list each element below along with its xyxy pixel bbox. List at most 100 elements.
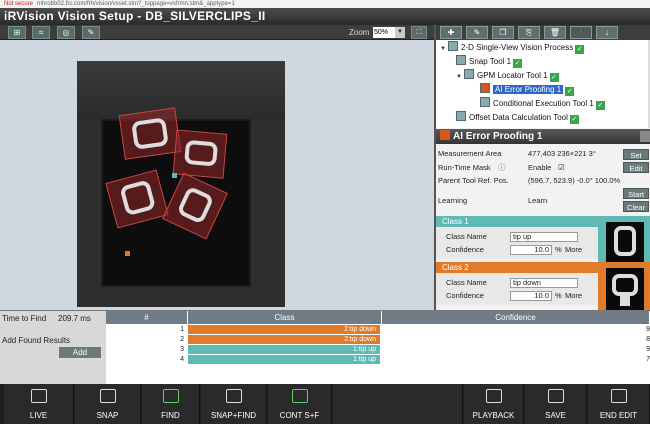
camera-icon <box>456 55 466 65</box>
class-2-name-label: Class Name <box>446 278 487 287</box>
pencil-icon[interactable]: ✎ <box>82 26 100 39</box>
paste-icon[interactable]: ⎘ <box>518 26 540 39</box>
snap-find-button[interactable]: SNAP+FIND <box>201 384 267 424</box>
class-2-thumbnail <box>598 262 650 317</box>
enable-label: Enable <box>528 163 552 172</box>
detection-2 <box>172 129 228 179</box>
mask-icon[interactable]: ⌗ <box>32 26 50 39</box>
url-text: mhrobb02.frc.com/frh/vision/vsset.stm?_t… <box>37 1 235 7</box>
find-button[interactable]: FIND <box>142 384 200 424</box>
marker-tipup <box>172 173 177 178</box>
time-to-find-label: Time to Find <box>2 314 47 323</box>
save-icon <box>547 389 564 403</box>
column-header-number[interactable]: # <box>106 311 188 324</box>
clear-button[interactable]: Clear <box>623 201 649 212</box>
start-button[interactable]: Start <box>623 188 649 199</box>
column-header-confidence[interactable]: Confidence <box>382 311 650 324</box>
delete-icon[interactable]: 🗑 <box>544 26 566 39</box>
row-confidence: 8 <box>646 336 650 343</box>
add-tool-icon[interactable]: ✚ <box>440 26 462 39</box>
class-1-conf-label: Confidence <box>446 245 484 254</box>
playback-button[interactable]: PLAYBACK <box>464 384 524 424</box>
learn-value: Learn <box>528 196 548 205</box>
spacer <box>333 384 463 424</box>
ai-icon <box>480 83 490 93</box>
class-1-conf-input[interactable]: 10.0 <box>510 245 552 255</box>
ai-icon <box>440 130 450 140</box>
class-2-unit: % <box>555 291 562 300</box>
results-area: Time to Find 209.7 ms Add Found Results … <box>0 310 650 385</box>
class-2-conf-input[interactable]: 10.0 <box>510 291 552 301</box>
right-panel: ✚ ✎ ❐ ⎘ 🗑 ↑ ↓ ▼ 2-D Single-View Vision Pr… <box>434 25 650 317</box>
cont-icon <box>291 389 308 403</box>
parent-ref-value: (596.7, 523.9) -0.0° 100.0% <box>528 176 621 185</box>
class-2-box: Class Name tip down Confidence 10.0 % Mo… <box>436 273 598 305</box>
brush-icon[interactable]: ✎ <box>466 26 488 39</box>
row-class[interactable]: 2:tip down <box>188 335 380 344</box>
locator-icon <box>464 69 474 79</box>
add-button[interactable]: Add <box>59 347 101 358</box>
row-number: 2 <box>180 336 184 343</box>
row-number: 1 <box>180 326 184 333</box>
save-button[interactable]: SAVE <box>525 384 587 424</box>
class-2-conf-label: Confidence <box>446 291 484 300</box>
live-button[interactable]: LIVE <box>4 384 74 424</box>
move-up-icon[interactable]: ↑ <box>570 26 592 39</box>
image-display[interactable] <box>0 40 434 310</box>
tree-node-gpm-locator[interactable]: ▼ GPM Locator Tool 1 ✓ <box>456 69 559 82</box>
chevron-down-icon[interactable]: ▼ <box>395 27 405 38</box>
camera-image <box>77 61 285 307</box>
class-1-more-button[interactable]: More <box>565 245 582 255</box>
zoom-label: Zoom <box>349 28 370 37</box>
grid-icon[interactable]: ⊞ <box>8 26 26 39</box>
copy-icon[interactable]: ❐ <box>492 26 514 39</box>
end-edit-button[interactable]: END EDIT <box>588 384 650 424</box>
menu-icon[interactable] <box>640 131 650 142</box>
detection-1 <box>118 107 182 160</box>
move-down-icon[interactable]: ↓ <box>596 26 618 39</box>
tree-node-offset-calc[interactable]: Offset Data Calculation Tool ✓ <box>456 111 579 124</box>
add-found-results-label: Add Found Results <box>2 336 71 345</box>
class-2-name-input[interactable]: tip down <box>510 278 578 288</box>
edit-button[interactable]: Edit <box>623 162 649 173</box>
detection-4 <box>162 172 228 240</box>
tree-node-ai-error-proofing[interactable]: AI Error Proofing 1 ✓ <box>480 83 575 96</box>
tree-node-vision-process[interactable]: ▼ 2-D Single-View Vision Process ✓ <box>440 41 585 54</box>
results-summary: Time to Find 209.7 ms Add Found Results … <box>0 311 106 385</box>
tool-tree: ▼ 2-D Single-View Vision Process ✓ Snap To… <box>436 40 650 128</box>
playback-icon <box>485 389 502 403</box>
marker-tipdown <box>125 251 130 256</box>
target-icon[interactable]: ◎ <box>57 26 75 39</box>
app-title: iRVision Vision Setup - DB_SILVERCLIPS_I… <box>0 8 650 25</box>
enable-checkbox[interactable]: ☑ <box>558 163 565 173</box>
exit-icon <box>610 389 627 403</box>
tree-node-snap-tool[interactable]: Snap Tool 1 ✓ <box>456 55 523 68</box>
class-2-more-button[interactable]: More <box>565 291 582 301</box>
cont-sf-button[interactable]: CONT S+F <box>268 384 332 424</box>
set-button[interactable]: Set <box>623 149 649 160</box>
browser-url-bar[interactable]: Not secure mhrobb02.frc.com/frh/vision/vs… <box>0 0 650 8</box>
snap-button[interactable]: SNAP <box>75 384 141 424</box>
row-class[interactable]: 1:tip up <box>188 355 380 364</box>
row-number: 3 <box>180 346 184 353</box>
tree-toolbar: ✚ ✎ ❐ ⎘ 🗑 ↑ ↓ <box>436 25 650 40</box>
check-icon: ✓ <box>513 59 523 68</box>
class-1-name-input[interactable]: tip up <box>510 232 578 242</box>
conditional-icon <box>480 97 490 107</box>
detection-3 <box>105 169 169 229</box>
check-icon: ✓ <box>595 101 605 110</box>
zoom-select[interactable]: 50% <box>373 27 395 38</box>
fit-icon[interactable]: ⛶ <box>411 26 427 39</box>
column-header-class[interactable]: Class <box>188 311 382 324</box>
class-1-header: Class 1 <box>436 216 598 227</box>
live-icon <box>30 389 47 403</box>
row-class[interactable]: 2:tip down <box>188 325 380 334</box>
bottom-button-bar: LIVE SNAP FIND SNAP+FIND CONT S+F PLAYBA… <box>0 384 650 424</box>
time-to-find-value: 209.7 ms <box>58 314 91 323</box>
process-icon <box>448 41 458 51</box>
row-confidence: 9 <box>646 326 650 333</box>
panel-header: AI Error Proofing 1 <box>436 129 650 144</box>
parent-ref-label: Parent Tool Ref. Pos. <box>438 176 509 185</box>
tree-node-conditional[interactable]: Conditional Execution Tool 1 ✓ <box>480 97 605 110</box>
row-class[interactable]: 1:tip up <box>188 345 380 354</box>
